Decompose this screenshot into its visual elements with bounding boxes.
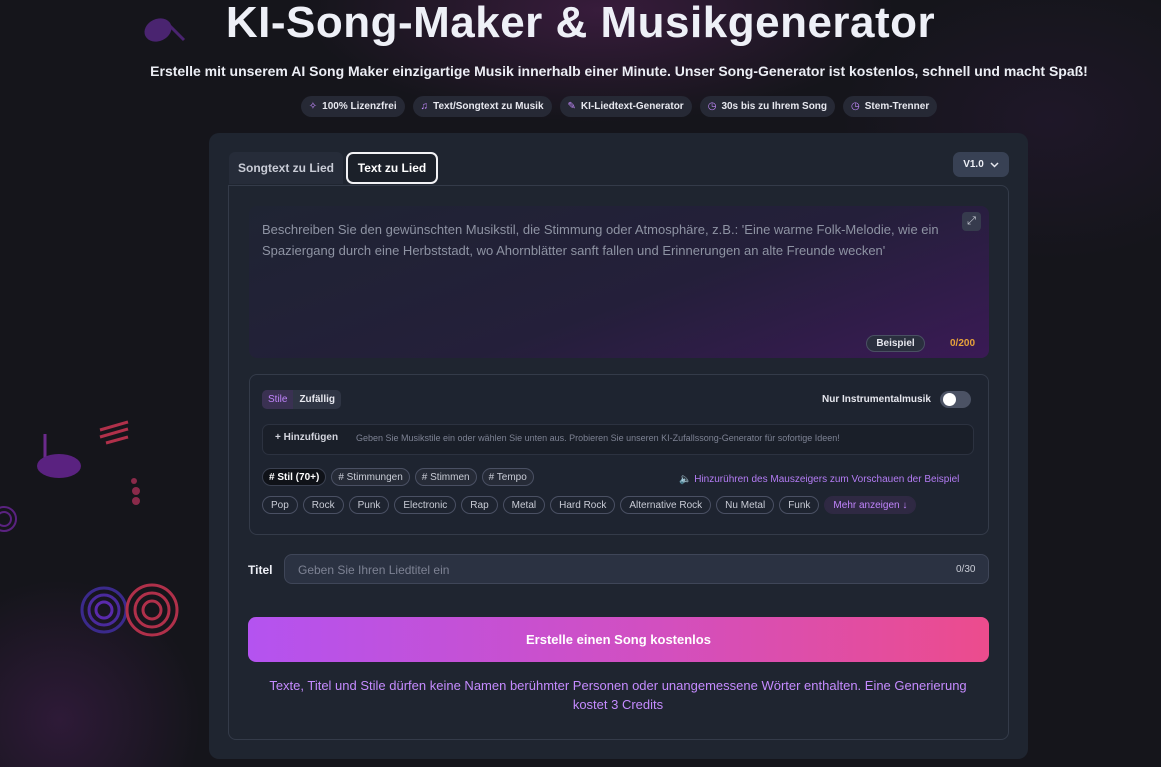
decorative-note-icon xyxy=(37,434,81,478)
title-char-counter: 0/30 xyxy=(956,564,976,575)
music-note-icon: ♫ xyxy=(420,101,429,112)
feature-badge-speed: ◷ 30s bis zu Ihrem Song xyxy=(699,96,836,117)
show-more-button[interactable]: Mehr anzeigen ↓ xyxy=(824,496,917,514)
style-input-placeholder: Geben Sie Musikstile ein oder wählen Sie… xyxy=(356,433,840,443)
decorative-dots-icon xyxy=(131,478,140,505)
feature-label: 30s bis zu Ihrem Song xyxy=(721,101,828,112)
feature-label: Stem-Trenner xyxy=(864,101,930,112)
genre-chip[interactable]: Punk xyxy=(348,496,390,514)
genre-chip[interactable]: Alternative Rock xyxy=(620,496,712,514)
title-placeholder: Geben Sie Ihren Liedtitel ein xyxy=(298,563,450,577)
prompt-placeholder: Beschreiben Sie den gewünschten Musiksti… xyxy=(262,222,939,258)
feature-label: KI-Liedtext-Generator xyxy=(580,101,684,112)
genre-list: Pop Rock Punk Electronic Rap Metal Hard … xyxy=(262,496,917,514)
genre-chip[interactable]: Pop xyxy=(262,496,298,514)
feature-label: 100% Lizenzfrei xyxy=(322,101,397,112)
category-moods[interactable]: # Stimmungen xyxy=(331,468,410,486)
tab-lyrics-to-song[interactable]: Songtext zu Lied xyxy=(229,152,343,184)
hover-preview-hint: 🔈 Hinzurühren des Mauszeigers zum Vorsch… xyxy=(679,474,960,485)
decorative-vinyl-icon xyxy=(80,583,179,637)
example-button[interactable]: Beispiel xyxy=(866,335,925,352)
style-categories: # Stil (70+) # Stimmungen # Stimmen # Te… xyxy=(262,468,534,486)
genre-chip[interactable]: Rock xyxy=(302,496,344,514)
expand-icon[interactable]: ⤢ xyxy=(962,212,981,231)
feature-badge-text-to-music: ♫ Text/Songtext zu Musik xyxy=(412,96,552,117)
feature-badge-lyrics-generator: ✎ KI-Liedtext-Generator xyxy=(559,96,692,117)
decorative-disc-icon xyxy=(0,506,17,532)
feature-badge-license: ✧ 100% Lizenzfrei xyxy=(300,96,405,117)
genre-chip[interactable]: Nu Metal xyxy=(716,496,775,514)
instrumental-toggle[interactable] xyxy=(940,391,971,408)
add-style-button[interactable]: + Hinzufügen xyxy=(275,432,338,443)
chevron-down-icon xyxy=(990,161,999,168)
sparkle-icon: ✧ xyxy=(308,101,318,112)
category-style[interactable]: # Stil (70+) xyxy=(262,468,327,486)
mode-random-button[interactable]: Zufällig xyxy=(293,390,341,409)
create-song-button[interactable]: Erstelle einen Song kostenlos xyxy=(248,617,989,662)
instrumental-label: Nur Instrumentalmusik xyxy=(822,394,931,405)
genre-chip[interactable]: Metal xyxy=(502,496,546,514)
version-select[interactable]: V1.0 xyxy=(953,152,1009,177)
genre-chip[interactable]: Electronic xyxy=(394,496,457,514)
feature-label: Text/Songtext zu Musik xyxy=(433,101,544,112)
category-voices[interactable]: # Stimmen xyxy=(414,468,477,486)
usage-notice: Texte, Titel und Stile dürfen keine Name… xyxy=(269,678,967,712)
category-tempo[interactable]: # Tempo xyxy=(481,468,534,486)
tab-text-to-song[interactable]: Text zu Lied xyxy=(346,152,438,184)
page-subtitle: Erstelle mit unserem AI Song Maker einzi… xyxy=(150,63,1088,79)
stopwatch-icon: ◷ xyxy=(707,101,717,112)
feature-badge-stem-splitter: ◷ Stem-Trenner xyxy=(843,96,938,117)
prompt-char-counter: 0/200 xyxy=(950,338,976,349)
mode-styles-button[interactable]: Stile xyxy=(262,390,294,409)
genre-chip[interactable]: Hard Rock xyxy=(550,496,616,514)
genre-chip[interactable]: Funk xyxy=(779,496,820,514)
pen-icon: ✎ xyxy=(567,101,576,112)
title-label: Titel xyxy=(248,563,273,577)
page-title: KI-Song-Maker & Musikgenerator xyxy=(225,0,936,47)
feature-list: ✧ 100% Lizenzfrei ♫ Text/Songtext zu Mus… xyxy=(0,96,1161,117)
style-mode-switch: Stile Zufällig xyxy=(262,390,342,409)
stopwatch-icon: ◷ xyxy=(851,101,860,112)
genre-chip[interactable]: Rap xyxy=(461,496,498,514)
decorative-lines-icon xyxy=(99,420,129,445)
version-label: V1.0 xyxy=(963,159,984,170)
